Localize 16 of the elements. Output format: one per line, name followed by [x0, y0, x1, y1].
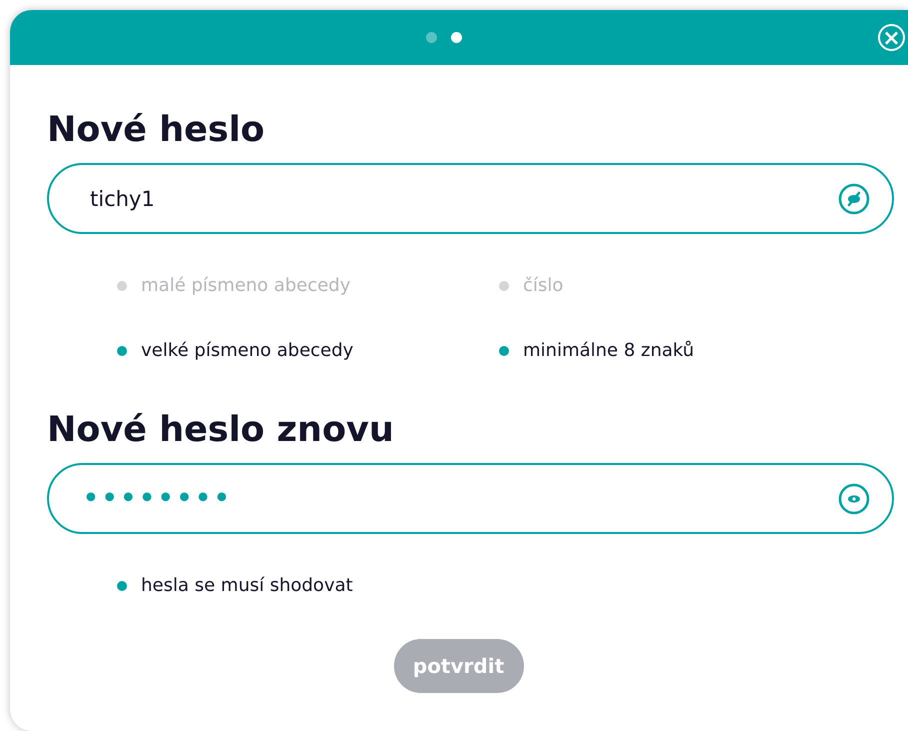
field-value: tichy1 — [90, 186, 156, 210]
close-button[interactable]: × — [878, 24, 905, 51]
field-value: •••••••• — [82, 481, 233, 516]
requirement-text: malé písmeno abecedy — [141, 275, 350, 296]
eye-icon[interactable] — [838, 482, 870, 514]
password-field[interactable]: tichy1 — [47, 163, 894, 234]
field-label: Nové heslo znovu — [47, 409, 395, 452]
requirement-text: minimálne 8 znaků — [523, 340, 694, 361]
requirement-text: hesla se musí shodovat — [141, 575, 353, 596]
requirement-text: velké písmeno abecedy — [141, 340, 354, 361]
page-dot[interactable] — [451, 32, 462, 43]
eye-slash-icon[interactable] — [838, 182, 870, 214]
requirement-text: číslo — [523, 275, 564, 296]
field-label: Nové heslo — [47, 109, 266, 152]
password-field[interactable]: •••••••• — [47, 463, 894, 534]
page-dot[interactable] — [426, 32, 437, 43]
